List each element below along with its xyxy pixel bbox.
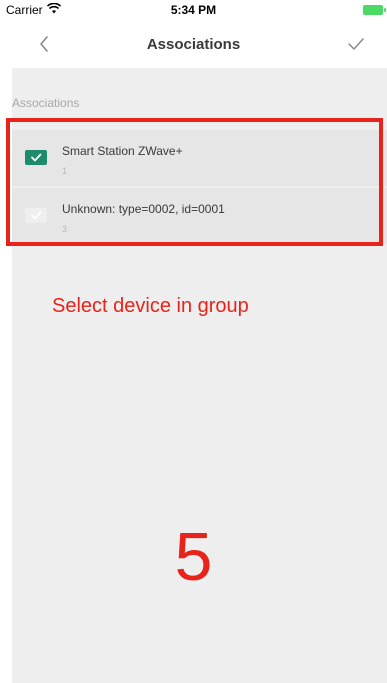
device-name: Smart Station ZWave+ (62, 144, 183, 158)
device-id: 3 (62, 224, 68, 234)
battery-tip (384, 8, 386, 12)
done-button[interactable] (345, 34, 367, 54)
annotation-step-number: 5 (174, 519, 213, 595)
annotation-text: Select device in group (52, 295, 249, 317)
device-list: Smart Station ZWave+ 1 Unknown: type=000… (12, 126, 387, 252)
status-time: 5:34 PM (170, 3, 217, 17)
nav-bar: Associations (0, 20, 387, 68)
section-header: Associations (12, 96, 80, 110)
checkmark-icon (31, 211, 42, 220)
page-title: Associations (146, 36, 241, 53)
status-bar: Carrier 5:34 PM (0, 0, 387, 20)
device-name: Unknown: type=0002, id=0001 (62, 202, 225, 216)
checkmark-icon (348, 38, 364, 50)
list-item[interactable]: Unknown: type=0002, id=0001 3 (12, 188, 387, 244)
checkbox-unchecked[interactable] (25, 208, 47, 223)
checkbox-checked[interactable] (25, 150, 47, 165)
device-id: 1 (62, 166, 68, 176)
battery-charging-icon (363, 5, 383, 15)
checkmark-icon (31, 153, 42, 162)
list-item[interactable]: Smart Station ZWave+ 1 (12, 130, 387, 186)
